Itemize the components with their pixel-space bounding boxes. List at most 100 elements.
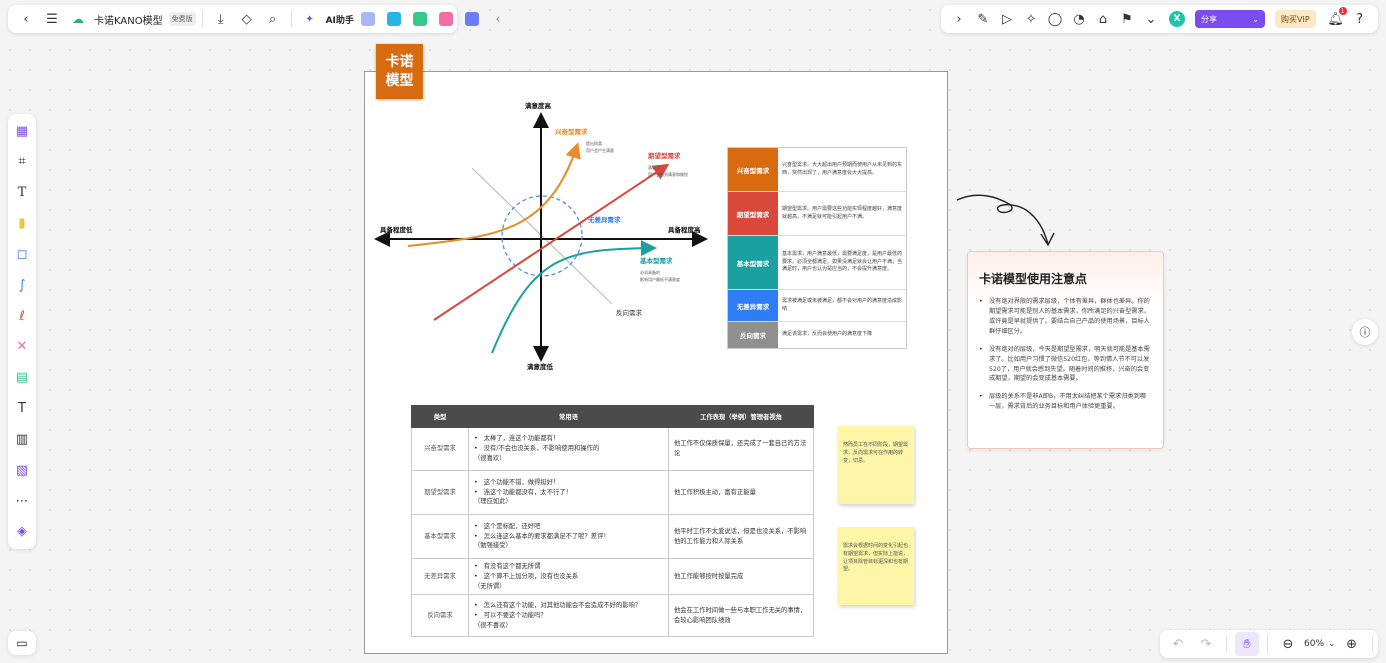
document-title[interactable]: 卡诺KANO模型 xyxy=(94,12,163,27)
collapse-right-icon[interactable]: › xyxy=(947,7,971,31)
legend-row: 反向需求 满足该需求，反而会使用户的满意度下降 xyxy=(728,322,906,348)
more-tools-icon[interactable]: ⋯ xyxy=(11,490,33,512)
user-avatar[interactable]: X xyxy=(1169,11,1185,27)
templates-icon[interactable]: ▦ xyxy=(11,120,33,142)
hand-icon[interactable]: ✋︎ xyxy=(1235,632,1259,656)
bell-icon[interactable]: 🔔︎ 1 xyxy=(1324,7,1348,31)
legend-key: 兴奋型需求 xyxy=(728,148,778,191)
share-button[interactable]: 分享 ⌄ xyxy=(1195,10,1265,28)
phrase: 这个算不上加分项，没有也没关系 xyxy=(474,572,663,582)
collapse-icon[interactable]: ‹ xyxy=(486,7,510,31)
y-bottom-label: 满意度低 xyxy=(527,362,554,371)
sticky-note[interactable]: 然而员工在不同阶段，期望需求，反向需求可在作用的转变，切忌。 xyxy=(838,426,914,504)
pen-icon[interactable]: ℓ xyxy=(11,305,33,327)
table-cell-type: 基本型需求 xyxy=(411,514,469,559)
basic-curve xyxy=(491,240,657,354)
more-icon[interactable]: ⌄ xyxy=(1139,7,1163,31)
kano-table[interactable]: 类型 常用语 工作表现（举例）管理者视角 兴奋型需求 太棒了，连这个功能都有！ … xyxy=(411,405,814,638)
p-tool-icon[interactable] xyxy=(386,12,401,26)
ai-assistant-label[interactable]: AI助手 xyxy=(326,13,354,26)
hand-drawn-arrow[interactable] xyxy=(954,190,1064,250)
vote-icon[interactable]: ⌂ xyxy=(1091,7,1115,31)
text-block-icon[interactable]: T xyxy=(11,398,33,420)
zoom-out-icon[interactable]: ⊖ xyxy=(1276,632,1300,656)
note-item: 没有绝对的层级，今天是期望型需求，明天就可能是基本需求了。比如用户习惯了微信52… xyxy=(979,345,1151,385)
phrase-tail: （理应如此） xyxy=(474,498,512,506)
performance-note-2: 用户会感到满意和愉悦 xyxy=(648,171,688,177)
redo-icon[interactable]: ↷ xyxy=(1194,632,1218,656)
divider xyxy=(1267,636,1268,652)
title-card[interactable]: 卡诺 模型 xyxy=(376,44,423,99)
phrase: 没有/不会也没关系，不影响使用和操作的 xyxy=(474,444,663,454)
phrase: 太棒了，连这个功能都有！ xyxy=(474,434,663,444)
legend-desc: 基本需求，用户满意最低，需要满足度，是用户最低的要求。必须全都满足。如果没满足就… xyxy=(782,251,903,273)
phrase: 这个是标配，还好吧 xyxy=(474,522,663,532)
flow-tool-icon[interactable] xyxy=(438,12,453,26)
buy-vip-button[interactable]: 购买VIP xyxy=(1275,10,1316,28)
laser-icon[interactable]: ⚑ xyxy=(1115,7,1139,31)
x-right-label: 具备程度高 xyxy=(668,225,701,234)
left-toolbar: ▦ ⌗ T ▮ ◻ ∫ ℓ ✕ ▤ T ▥ ▧ ⋯ ◈ xyxy=(8,114,36,549)
sticky-note-icon[interactable]: ▮ xyxy=(11,213,33,235)
performance-label: 期望型需求 xyxy=(648,151,681,160)
legend-desc: 期望型需求。用户需要这些功能实现程度越好，满意度就越高，不满足就可能引起用户不满… xyxy=(782,206,903,220)
phrase-tail: （无所谓） xyxy=(474,582,506,590)
legend-key: 无差异需求 xyxy=(728,290,778,321)
text-icon[interactable]: T xyxy=(11,182,33,204)
ai-assistant-icon[interactable]: ✦ xyxy=(298,7,322,31)
map-icon[interactable]: ▥ xyxy=(1381,632,1386,656)
basic-label: 基本型需求 xyxy=(639,256,673,265)
sticky-note[interactable]: 需求会根据时间的变化引起也有期望需求，但实际上能说，让项目除管目标更深和也有期望… xyxy=(838,527,914,605)
performance-note-1: 满足了 xyxy=(648,164,660,170)
minimap-icon[interactable]: ▭ xyxy=(8,631,36,655)
mindmap-tool-icon[interactable] xyxy=(412,12,427,26)
help-icon[interactable]: ? xyxy=(1348,7,1372,31)
search-icon[interactable]: ⌕ xyxy=(261,7,285,31)
title-line-1: 卡诺 xyxy=(385,53,414,70)
note-item: 层级的关系不是非A即B，不用太纠结把某个需求归类到哪一层，需求背后的业务目标和用… xyxy=(979,392,1151,412)
table-icon[interactable]: ▤ xyxy=(11,367,33,389)
template-icon[interactable]: ✎ xyxy=(971,7,995,31)
table-cell-phrases: 太棒了，连这个功能都有！ 没有/不会也没关系，不影响使用和操作的 （很喜欢） xyxy=(468,427,669,471)
table-cell-performance: 他工作不仅保质保量，还完成了一套自己的方法论 xyxy=(668,427,814,471)
tag-icon[interactable]: ◇ xyxy=(235,7,259,31)
shape-icon[interactable]: ◻ xyxy=(11,243,33,265)
back-icon[interactable]: ‹ xyxy=(14,7,38,31)
zoom-in-icon[interactable]: ⊕ xyxy=(1340,632,1364,656)
play-icon[interactable]: ▷ xyxy=(995,7,1019,31)
zoom-level[interactable]: 60% xyxy=(1304,639,1324,649)
celebrate-icon[interactable]: ✧ xyxy=(1019,7,1043,31)
mindmap-icon[interactable]: ✕ xyxy=(11,336,33,358)
document-icon[interactable]: ▥ xyxy=(11,428,33,450)
table-row: 反向需求 怎么还有这个功能，对其他功能会不会造成不好的影响？ 可以不要这个功能吗… xyxy=(411,594,814,638)
chat-tool-icon[interactable] xyxy=(464,12,479,26)
phrase: 连这个功能都没有，太不行了！ xyxy=(474,488,663,498)
table-row: 基本型需求 这个是标配，还好吧 怎么连这么基本的要求都满足不了呢？差评！ （勉强… xyxy=(411,514,814,559)
connector-icon[interactable]: ∫ xyxy=(11,274,33,296)
menu-icon[interactable]: ☰ xyxy=(40,7,64,31)
comment-icon[interactable]: ◯ xyxy=(1043,7,1067,31)
divider xyxy=(290,11,292,27)
timer-icon[interactable]: ◔ xyxy=(1067,7,1091,31)
kano-diagram[interactable]: 满意度高 满意度低 具备程度低 具备程度高 兴奋型需求 提出惊喜 用户会产生满意… xyxy=(372,96,717,376)
legend-table[interactable]: 兴奋型需求 兴奋型需求。大大超出用户预期而使用户从未见到的东西，突然出现了，用户… xyxy=(727,147,907,349)
image-tool-icon[interactable] xyxy=(360,12,375,26)
legend-key: 反向需求 xyxy=(728,322,778,348)
basic-note-2: 影响用户最低不满意度 xyxy=(640,276,680,282)
undo-icon[interactable]: ↶ xyxy=(1166,632,1190,656)
frame-icon[interactable]: ⌗ xyxy=(11,151,33,173)
phrase: 怎么还有这个功能，对其他功能会不会造成不好的影响？ xyxy=(474,601,663,611)
zoom-dropdown-icon[interactable]: ⌄ xyxy=(1328,639,1336,649)
phrase: 这个功能不错，做得挺好！ xyxy=(474,478,663,488)
phrase: 怎么连这么基本的要求都满足不了呢？差评！ xyxy=(474,532,663,542)
download-icon[interactable]: ⤓ xyxy=(209,7,233,31)
kanban-icon[interactable]: ▧ xyxy=(11,459,33,481)
excitement-label: 兴奋型需求 xyxy=(555,127,588,136)
apps-icon[interactable]: ◈ xyxy=(11,521,33,543)
table-header: 工作表现（举例）管理者视角 xyxy=(668,405,814,428)
notes-card[interactable]: 卡诺模型使用注意点 没有绝对界限的需求层级，个体有差异，群体也差异。你的期望需求… xyxy=(967,251,1164,449)
table-header: 常用语 xyxy=(468,405,669,428)
table-cell-phrases: 这个功能不错，做得挺好！ 连这个功能都没有，太不行了！ （理应如此） xyxy=(468,470,669,515)
info-icon[interactable]: ⓘ xyxy=(1352,319,1378,345)
table-cell-phrases: 这个是标配，还好吧 怎么连这么基本的要求都满足不了呢？差评！ （勉强接受） xyxy=(468,514,669,559)
